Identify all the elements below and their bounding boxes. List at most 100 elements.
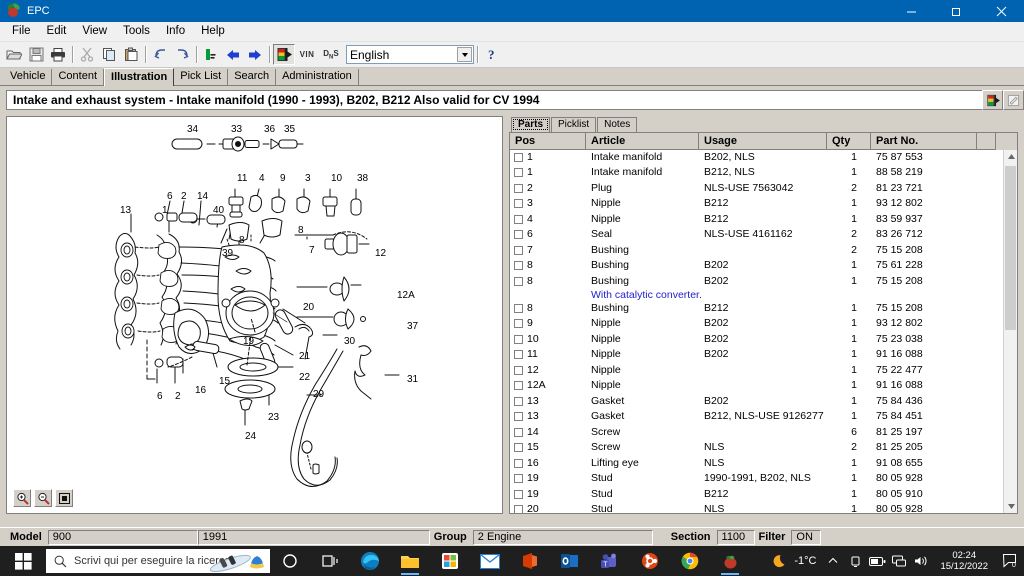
row-checkbox[interactable] [514,168,523,178]
row-checkbox[interactable] [514,319,523,329]
parts-vertical-scrollbar[interactable] [1003,149,1017,513]
tab-pick-list[interactable]: Pick List [174,69,229,85]
menu-info[interactable]: Info [158,23,193,40]
row-checkbox[interactable] [514,427,523,437]
maximize-button[interactable] [934,0,979,22]
table-row[interactable]: 2 Plug NLS-USE 7563042 2 81 23 721 [510,181,1017,197]
column-header[interactable]: Usage [699,132,827,150]
chrome-icon[interactable] [670,546,710,576]
tab-parts[interactable]: Parts [511,116,551,132]
menu-help[interactable]: Help [193,23,233,40]
table-row[interactable]: 14 Screw 6 81 25 197 [510,425,1017,441]
table-row[interactable]: 9 Nipple B202 1 93 12 802 [510,316,1017,332]
row-checkbox[interactable] [514,214,523,224]
close-button[interactable] [979,0,1024,22]
vin-icon[interactable]: VIN [295,44,319,65]
show-hidden-icons-chevron[interactable] [822,546,844,576]
taskbar-clock[interactable]: 02:24 15/12/2022 [932,550,996,572]
row-checkbox[interactable] [514,458,523,468]
start-button[interactable] [0,546,46,576]
tab-administration[interactable]: Administration [276,69,359,85]
redo-icon[interactable] [171,44,193,65]
action-center-icon[interactable]: 0 [996,546,1024,576]
row-checkbox[interactable] [514,396,523,406]
row-checkbox[interactable] [514,245,523,255]
table-row[interactable]: 12 Nipple 1 75 22 477 [510,363,1017,379]
table-row[interactable]: 19 Stud 1990-1991, B202, NLS 1 80 05 928 [510,471,1017,487]
scroll-down-arrow-icon[interactable] [1004,499,1017,513]
back-arrow-icon[interactable] [222,44,244,65]
table-row[interactable]: 15 Screw NLS 2 81 25 205 [510,440,1017,456]
menu-file[interactable]: File [4,23,39,40]
row-checkbox[interactable] [514,443,523,453]
ubuntu-icon[interactable] [630,546,670,576]
note-edit-icon[interactable] [1003,90,1024,110]
table-row[interactable]: 6 Seal NLS-USE 4161162 2 83 26 712 [510,227,1017,243]
tab-search[interactable]: Search [228,69,277,85]
outlook-icon[interactable] [550,546,590,576]
row-checkbox[interactable] [514,381,523,391]
row-checkbox[interactable] [514,505,523,513]
help-button[interactable]: ? [481,44,503,65]
menu-tools[interactable]: Tools [115,23,158,40]
table-row[interactable]: 8 Bushing With catalytic converter. B202 1 75… [510,274,1017,301]
row-checkbox[interactable] [514,276,523,286]
volume-icon[interactable] [910,546,932,576]
tab-vehicle[interactable]: Vehicle [4,69,53,85]
column-header[interactable]: Qty [827,132,871,150]
dns-icon[interactable]: DNS [319,44,343,65]
row-checkbox[interactable] [514,199,523,209]
battery-icon[interactable] [866,546,888,576]
table-row[interactable]: 1 Intake manifold B202, NLS 1 75 87 553 [510,150,1017,166]
microsoft-store-icon[interactable] [430,546,470,576]
table-row[interactable]: 7 Bushing 2 75 15 208 [510,243,1017,259]
chevron-down-icon[interactable] [457,47,472,62]
tab-illustration[interactable]: Illustration [104,68,175,86]
open-icon[interactable] [3,44,25,65]
table-row[interactable]: 13 Gasket B212, NLS-USE 9126277 1 75 84 451 [510,409,1017,425]
exit-door-icon[interactable] [273,44,295,65]
table-row[interactable]: 8 Bushing B202 1 75 61 228 [510,258,1017,274]
bookmark-icon[interactable] [200,44,222,65]
table-row[interactable]: 13 Gasket B202 1 75 84 436 [510,394,1017,410]
column-header[interactable]: Pos [510,132,586,150]
mail-icon[interactable] [470,546,510,576]
file-explorer-icon[interactable] [390,546,430,576]
zoom-out-button[interactable] [34,489,52,507]
scroll-up-arrow-icon[interactable] [1004,149,1017,164]
column-header[interactable]: Article [586,132,699,150]
table-row[interactable]: 4 Nipple B212 1 83 59 937 [510,212,1017,228]
tab-notes[interactable]: Notes [597,116,638,132]
illustration-pane[interactable]: 34 33 36 35 11 4 9 3 10 38 13 1 6 2 14 40 39 8 8 7 12 12A 37 20… [6,116,503,514]
save-icon[interactable] [25,44,47,65]
row-checkbox[interactable] [514,183,523,193]
copy-icon[interactable] [98,44,120,65]
weather-widget[interactable]: -1°C [772,553,822,570]
header-exit-door-icon[interactable] [982,90,1003,110]
edge-browser-icon[interactable] [350,546,390,576]
task-view-icon[interactable] [310,546,350,576]
onedrive-icon[interactable] [844,546,866,576]
zoom-fit-button[interactable] [55,489,73,507]
zoom-in-button[interactable] [13,489,31,507]
office-icon[interactable] [510,546,550,576]
row-checkbox[interactable] [514,230,523,240]
table-row[interactable]: 12A Nipple 1 91 16 088 [510,378,1017,394]
row-checkbox[interactable] [514,489,523,499]
row-checkbox[interactable] [514,412,523,422]
row-checkbox[interactable] [514,261,523,271]
column-header[interactable] [977,132,996,150]
row-checkbox[interactable] [514,474,523,484]
paste-icon[interactable] [120,44,142,65]
table-row[interactable]: 19 Stud B212 1 80 05 910 [510,487,1017,503]
table-row[interactable]: 11 Nipple B202 1 91 16 088 [510,347,1017,363]
cortana-icon[interactable] [270,546,310,576]
table-row[interactable]: 8 Bushing B212 1 75 15 208 [510,301,1017,317]
taskbar-search-box[interactable]: Scrivi qui per eseguire la ricerca [46,549,270,573]
row-checkbox[interactable] [514,365,523,375]
teams-icon[interactable]: T [590,546,630,576]
print-icon[interactable] [47,44,69,65]
tab-picklist[interactable]: Picklist [551,116,597,132]
table-row[interactable]: 20 Stud NLS 1 80 05 928 [510,502,1017,513]
row-checkbox[interactable] [514,334,523,344]
